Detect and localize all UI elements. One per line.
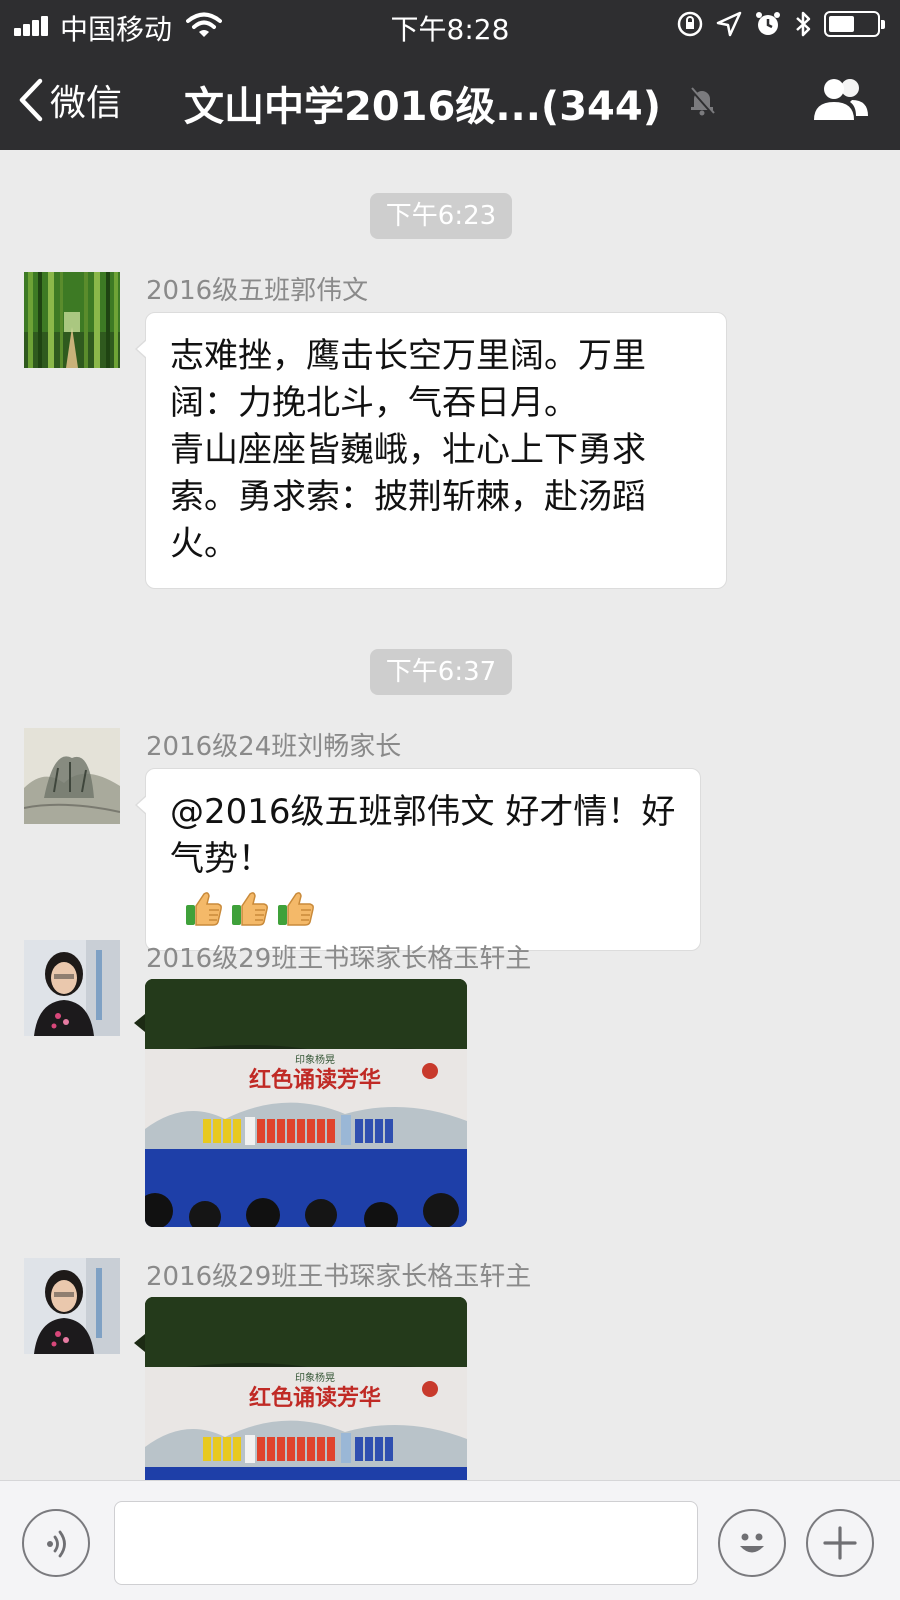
image-message[interactable]: 印象杨晃 红色诵读芳华 (145, 1297, 467, 1480)
sender-name: 2016级29班王书琛家长格玉轩主 (146, 1262, 532, 1292)
back-button[interactable]: 微信 (18, 72, 122, 128)
banner-title-text: 红色诵读芳华 (249, 1385, 381, 1411)
group-members-icon[interactable] (812, 76, 870, 122)
emoji-icon (740, 1533, 764, 1553)
message-input[interactable] (114, 1501, 698, 1585)
battery-icon (824, 11, 885, 37)
portrait-avatar (24, 940, 120, 1036)
emoji-button[interactable] (718, 1509, 786, 1577)
image-message[interactable]: 印象杨晃 红色诵读芳华 (145, 979, 467, 1227)
banner-title-text: 红色诵读芳华 (249, 1067, 381, 1093)
banner-top-text: 印象杨晃 (295, 1053, 335, 1066)
ink-landscape-avatar (24, 728, 120, 824)
stage-performance-photo: 印象杨晃 红色诵读芳华 (145, 1297, 467, 1480)
message-text: 志难挫，鹰击长空万里阔。万里阔：力挽北斗，气吞日月。 (170, 336, 646, 423)
status-icons (676, 8, 885, 40)
bluetooth-icon (796, 11, 811, 37)
chevron-left-icon (19, 78, 43, 122)
sender-name: 2016级24班刘畅家长 (146, 732, 402, 762)
thumbs-up-icon (186, 891, 222, 926)
alarm-icon (756, 12, 780, 35)
stage-performance-photo: 印象杨晃 红色诵读芳华 (145, 979, 467, 1227)
input-bar (0, 1480, 900, 1600)
avatar[interactable] (24, 1258, 120, 1354)
emoji-group (184, 888, 316, 928)
message-text: 青山座座皆巍峨，壮心上下勇求索。勇求索：披荆斩棘，赴汤蹈火。 (170, 430, 646, 564)
avatar[interactable] (24, 728, 120, 824)
thumbs-up-icon (232, 891, 268, 926)
bamboo-forest-avatar (24, 272, 120, 368)
location-icon (716, 11, 742, 37)
more-button[interactable] (806, 1509, 874, 1577)
avatar[interactable] (24, 940, 120, 1036)
battery-level (829, 16, 854, 32)
avatar[interactable] (24, 272, 120, 368)
banner-top-text: 印象杨晃 (295, 1371, 335, 1384)
chat-messages[interactable]: 下午6:23 2016级五班郭伟文 志难挫，鹰击长空万里阔。万里阔：力挽北斗，气… (0, 150, 900, 1480)
voice-icon (47, 1530, 66, 1558)
message-bubble[interactable]: 志难挫，鹰击长空万里阔。万里阔：力挽北斗，气吞日月。 青山座座皆巍峨，壮心上下勇… (135, 312, 727, 589)
rotation-lock-icon (677, 11, 703, 37)
navigation-bar: 微信 文山中学2016级...(344) (0, 48, 900, 150)
mute-bell-icon (689, 87, 715, 116)
portrait-avatar (24, 1258, 120, 1354)
voice-button[interactable] (22, 1509, 90, 1577)
sender-name: 2016级五班郭伟文 (146, 276, 369, 306)
thumbs-up-icon (278, 891, 314, 926)
sender-name: 2016级29班王书琛家长格玉轩主 (146, 944, 532, 974)
status-bar: 中国移动 下午8:28 (0, 0, 900, 48)
timestamp-pill: 下午6:37 (370, 649, 512, 695)
timestamp-pill: 下午6:23 (370, 193, 512, 239)
top-bar: 中国移动 下午8:28 微信 文山中学2016级...(344) (0, 0, 900, 150)
back-label: 微信 (50, 83, 123, 124)
message-text: @2016级五班郭伟文 好才情！好气势！ (170, 792, 676, 879)
image-tail (134, 1334, 145, 1352)
message-bubble[interactable]: @2016级五班郭伟文 好才情！好气势！ (135, 768, 701, 951)
plus-icon (823, 1526, 857, 1560)
image-tail (134, 1014, 145, 1032)
chat-title: 文山中学2016级...(344) (184, 84, 661, 130)
